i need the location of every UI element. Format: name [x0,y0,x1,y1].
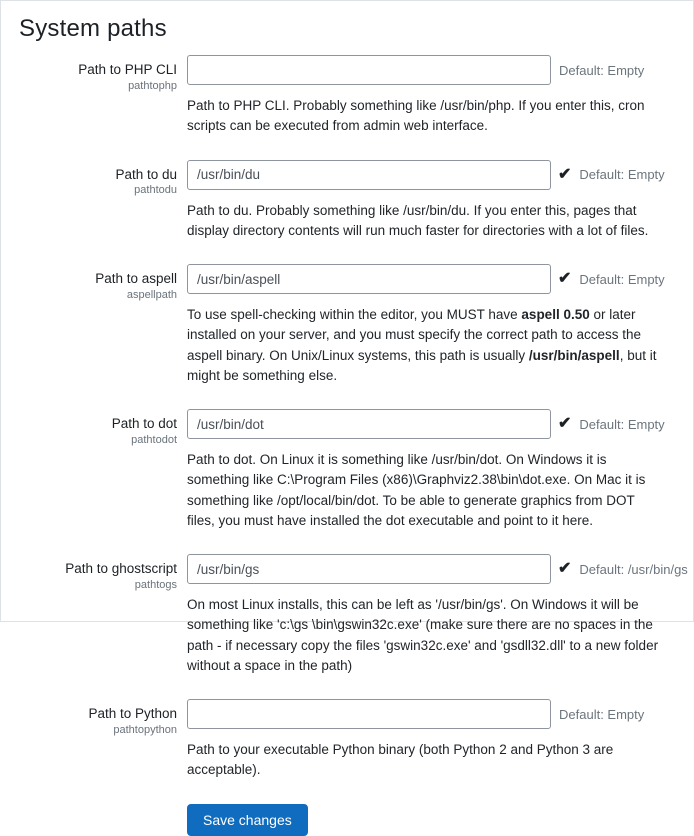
field-label: Path to PHP CLI [1,61,177,79]
default-value-label: Default: Empty [579,167,664,182]
system-paths-form: Path to PHP CLI pathtophp ✔ Default: Emp… [1,55,693,836]
path-input[interactable] [187,409,551,439]
path-input[interactable] [187,554,551,584]
field-shortname: pathtogs [1,579,177,591]
field-description: Path to du. Probably something like /usr… [187,201,665,242]
field-description: Path to dot. On Linux it is something li… [187,450,665,531]
setting-input-column: ✔ Default: Empty To use spell-checking w… [187,264,665,399]
path-input[interactable] [187,55,551,85]
field-shortname: pathtopython [1,724,177,736]
field-description: Path to your executable Python binary (b… [187,740,665,781]
default-value-label: Default: Empty [559,707,644,722]
setting-label-column: Path to du pathtodu [1,160,177,197]
setting-label-column: Path to dot pathtodot [1,409,177,446]
setting-label-column: Path to PHP CLI pathtophp [1,55,177,92]
page-title: System paths [19,15,693,43]
setting-input-column: ✔ Default: Empty Path to du. Probably so… [187,160,665,255]
path-input[interactable] [187,160,551,190]
field-description: To use spell-checking within the editor,… [187,305,665,386]
field-label: Path to Python [1,705,177,723]
default-value-label: Default: /usr/bin/gs [579,562,687,577]
settings-rows: Path to PHP CLI pathtophp ✔ Default: Emp… [1,55,665,794]
field-shortname: pathtodu [1,184,177,196]
setting-label-column: Path to ghostscript pathtogs [1,554,177,591]
setting-input-column: ✔ Default: Empty Path to your executable… [187,699,665,794]
input-line: ✔ Default: Empty [187,55,665,85]
input-line: ✔ Default: Empty [187,409,665,439]
setting-row: Path to aspell aspellpath ✔ Default: Emp… [1,264,665,399]
setting-input-column: ✔ Default: Empty Path to PHP CLI. Probab… [187,55,665,150]
field-shortname: pathtodot [1,434,177,446]
setting-row: Path to du pathtodu ✔ Default: Empty Pat… [1,160,665,255]
field-label: Path to du [1,166,177,184]
field-description: On most Linux installs, this can be left… [187,595,667,676]
field-label: Path to aspell [1,270,177,288]
field-label: Path to dot [1,415,177,433]
input-line: ✔ Default: Empty [187,699,665,729]
setting-label-column: Path to Python pathtopython [1,699,177,736]
setting-row: Path to dot pathtodot ✔ Default: Empty P… [1,409,665,544]
input-line: ✔ Default: /usr/bin/gs [187,554,688,584]
setting-label-column: Path to aspell aspellpath [1,264,177,301]
save-row: Save changes [187,804,665,836]
default-value-label: Default: Empty [559,63,644,78]
input-line: ✔ Default: Empty [187,264,665,294]
checkmark-icon: ✔ [558,167,571,183]
save-changes-button[interactable]: Save changes [187,804,308,836]
setting-row: Path to Python pathtopython ✔ Default: E… [1,699,665,794]
field-shortname: aspellpath [1,289,177,301]
input-line: ✔ Default: Empty [187,160,665,190]
path-input[interactable] [187,699,551,729]
checkmark-icon: ✔ [558,271,571,287]
default-value-label: Default: Empty [579,272,664,287]
checkmark-icon: ✔ [558,561,571,577]
checkmark-icon: ✔ [558,416,571,432]
default-value-label: Default: Empty [579,417,664,432]
field-description: Path to PHP CLI. Probably something like… [187,96,665,137]
setting-row: Path to PHP CLI pathtophp ✔ Default: Emp… [1,55,665,150]
setting-input-column: ✔ Default: Empty Path to dot. On Linux i… [187,409,665,544]
field-label: Path to ghostscript [1,560,177,578]
path-input[interactable] [187,264,551,294]
field-shortname: pathtophp [1,80,177,92]
